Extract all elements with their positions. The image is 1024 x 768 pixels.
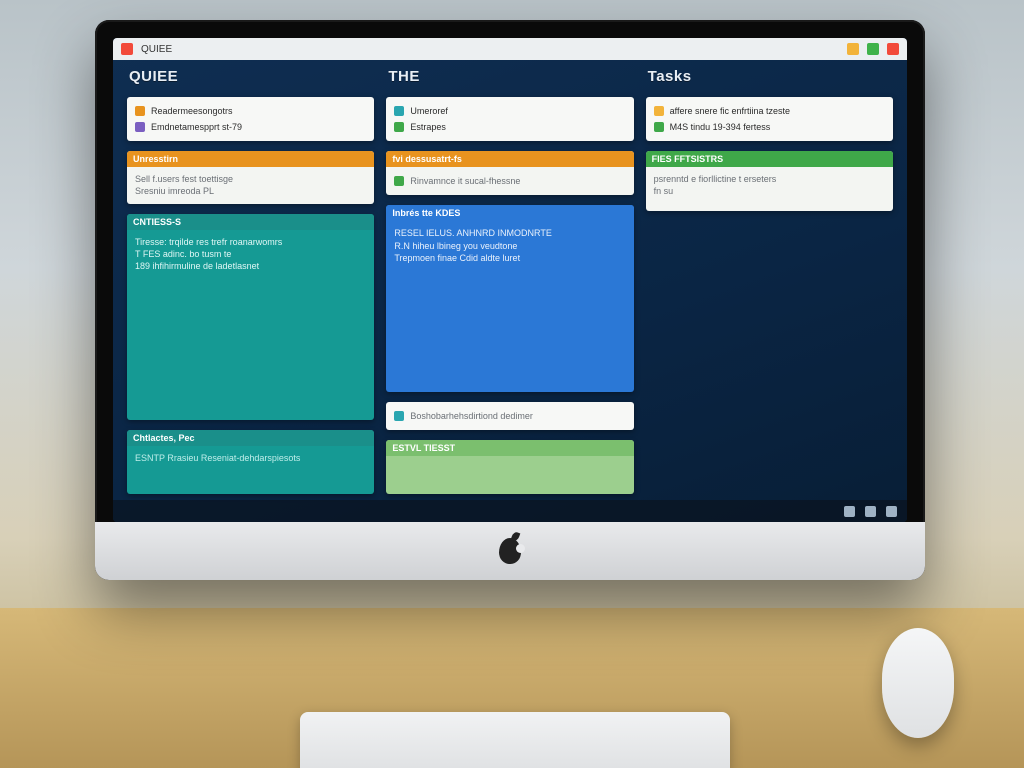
- card-line: T FES adinc. bo tusm te: [135, 248, 366, 260]
- card-line: Rinvamnce it sucal-fhessne: [410, 175, 520, 187]
- screen-bezel: QUIEE QUIEE Readermeesongotrs Em: [113, 38, 907, 522]
- column-title: QUIEE: [129, 68, 374, 85]
- traffic-light-close-icon[interactable]: [121, 43, 133, 55]
- column-queue: QUIEE Readermeesongotrs Emdnetamespprt s…: [127, 68, 374, 494]
- app-name: QUIEE: [141, 44, 172, 55]
- card-item-label: Emdnetamespprt st-79: [151, 121, 242, 133]
- card[interactable]: Readermeesongotrs Emdnetamespprt st-79: [127, 97, 374, 141]
- keyboard: [300, 712, 730, 768]
- apple-logo-icon: [499, 538, 521, 564]
- card-header: FIES FFTSISTRS: [646, 151, 893, 167]
- card-item-label: Estrapes: [410, 121, 446, 133]
- card-line: R.N hiheu lbineg you veudtone: [394, 240, 625, 252]
- card-line: Sell f.users fest toettisge: [135, 173, 366, 185]
- card[interactable]: CNTIESS-S Tiresse: trqilde res trefr roa…: [127, 214, 374, 420]
- tag-icon: [394, 176, 404, 186]
- tag-icon: [654, 106, 664, 116]
- card-line: Boshobarhehsdirtiond dedimer: [410, 410, 533, 422]
- card-item-label: M4S tindu 19-394 fertess: [670, 121, 771, 133]
- card[interactable]: ESTVL TIESST: [386, 440, 633, 494]
- card-item-label: affere snere fic enfrtiina tzeste: [670, 105, 790, 117]
- card[interactable]: Inbrés tte KDES RESEL IELUS. ANHNRD INMO…: [386, 205, 633, 391]
- card-item-label: Readermeesongotrs: [151, 105, 233, 117]
- close-icon[interactable]: [887, 43, 899, 55]
- menubar[interactable]: QUIEE: [113, 38, 907, 60]
- card-header: fvi dessusatrt-fs: [386, 151, 633, 167]
- card-header: Inbrés tte KDES: [386, 205, 633, 221]
- card[interactable]: Unresstirn Sell f.users fest toettisge S…: [127, 151, 374, 203]
- tray-icon[interactable]: [886, 506, 897, 517]
- tag-icon: [394, 122, 404, 132]
- column-title: THE: [388, 68, 633, 85]
- card-header: ESTVL TIESST: [386, 440, 633, 456]
- tag-icon: [135, 106, 145, 116]
- card[interactable]: Umeroref Estrapes: [386, 97, 633, 141]
- card-line: Trepmoen finae Cdid aldte luret: [394, 252, 625, 264]
- card-line: 189 ihfihirmuline de ladetlasnet: [135, 260, 366, 272]
- card[interactable]: Boshobarhehsdirtiond dedimer: [386, 402, 633, 430]
- card[interactable]: Chtlactes, Pec ESNTP Rrasieu Reseniat-de…: [127, 430, 374, 494]
- board-columns: QUIEE Readermeesongotrs Emdnetamespprt s…: [127, 68, 893, 494]
- tray-icon[interactable]: [865, 506, 876, 517]
- monitor-chin: [95, 522, 925, 580]
- status-icon[interactable]: [867, 43, 879, 55]
- column-title: Tasks: [648, 68, 893, 85]
- tag-icon: [394, 411, 404, 421]
- card-header: Unresstirn: [127, 151, 374, 167]
- card-header: CNTIESS-S: [127, 214, 374, 230]
- card-line: Tiresse: trqilde res trefr roanarwomrs: [135, 236, 366, 248]
- card-line: fn su: [654, 185, 885, 197]
- card[interactable]: affere snere fic enfrtiina tzeste M4S ti…: [646, 97, 893, 141]
- monitor: QUIEE QUIEE Readermeesongotrs Em: [95, 20, 925, 580]
- status-icon[interactable]: [847, 43, 859, 55]
- column-the: THE Umeroref Estrapes fvi dessusatrt-fs …: [386, 68, 633, 494]
- tag-icon: [654, 122, 664, 132]
- tag-icon: [394, 106, 404, 116]
- card-line: ESNTP Rrasieu Reseniat-dehdarspiesots: [135, 452, 366, 464]
- card[interactable]: FIES FFTSISTRS psrenntd e fiorllictine t…: [646, 151, 893, 211]
- card-line: Sresniu imreoda PL: [135, 185, 366, 197]
- tray-icon[interactable]: [844, 506, 855, 517]
- scene: QUIEE QUIEE Readermeesongotrs Em: [0, 0, 1024, 768]
- taskbar[interactable]: [113, 500, 907, 522]
- tag-icon: [135, 122, 145, 132]
- card-header: Chtlactes, Pec: [127, 430, 374, 446]
- empty-space: [646, 221, 893, 494]
- card-item-label: Umeroref: [410, 105, 448, 117]
- mouse: [882, 628, 954, 738]
- card-line: psrenntd e fiorllictine t erseters: [654, 173, 885, 185]
- card-line: RESEL IELUS. ANHNRD INMODNRTE: [394, 227, 625, 239]
- desktop[interactable]: QUIEE QUIEE Readermeesongotrs Em: [113, 38, 907, 522]
- column-tasks: Tasks affere snere fic enfrtiina tzeste …: [646, 68, 893, 494]
- card[interactable]: fvi dessusatrt-fs Rinvamnce it sucal-fhe…: [386, 151, 633, 195]
